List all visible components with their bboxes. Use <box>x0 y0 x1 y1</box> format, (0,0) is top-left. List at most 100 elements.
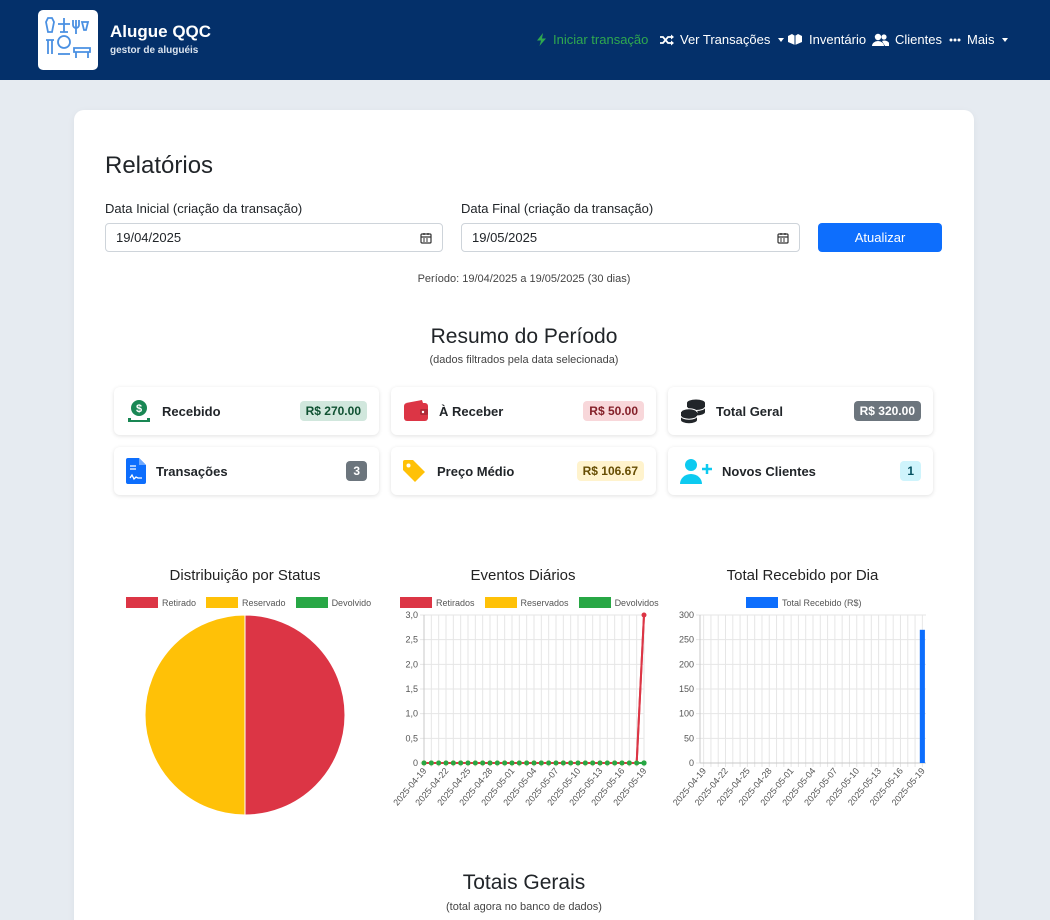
nav-inventory-label: Inventário <box>809 32 867 47</box>
app-logo[interactable] <box>38 10 98 70</box>
data-point <box>626 760 632 766</box>
stat-received: $ Recebido R$ 270.00 <box>114 387 379 435</box>
shuffle-icon <box>660 34 674 45</box>
legend-swatch <box>206 597 239 608</box>
data-point <box>546 760 552 766</box>
y-tick-label: 0 <box>413 758 418 768</box>
stat-total: Total Geral R$ 320.00 <box>668 387 933 435</box>
y-tick-label: 0,5 <box>405 733 418 743</box>
stat-label: À Receber <box>439 403 504 419</box>
y-tick-label: 1,5 <box>405 684 418 694</box>
calendar-icon[interactable] <box>777 232 789 244</box>
data-point <box>480 760 486 766</box>
y-tick-label: 0 <box>689 758 694 768</box>
navbar: Alugue QQC gestor de aluguéis Iniciar tr… <box>0 0 1050 80</box>
pie-chart-title: Distribuição por Status <box>169 567 321 584</box>
stat-avg-price: Preço Médio R$ 106.67 <box>391 447 656 495</box>
tag-icon <box>403 458 425 484</box>
data-point <box>597 760 603 766</box>
line-chart: 00,51,01,52,02,53,02025-04-192025-04-222… <box>391 610 648 808</box>
data-point <box>487 760 493 766</box>
nav-start-transaction[interactable]: Iniciar transação <box>536 32 648 47</box>
data-point <box>458 760 464 766</box>
users-icon <box>872 33 889 46</box>
data-point <box>531 760 537 766</box>
nav-transactions-dropdown[interactable]: Ver Transações <box>660 32 785 47</box>
start-date-input[interactable]: 19/04/2025 <box>105 223 443 252</box>
app-subtitle: gestor de aluguéis <box>110 45 199 56</box>
summary-subtitle: (dados filtrados pela data selecionada) <box>429 354 619 366</box>
pie-slice-retirado <box>244 614 346 816</box>
stat-label: Novos Clientes <box>722 463 816 479</box>
stat-label: Preço Médio <box>437 463 515 479</box>
legend-swatch <box>126 597 158 608</box>
stat-value-badge: R$ 270.00 <box>299 401 367 421</box>
data-point <box>553 760 559 766</box>
stat-value-badge: 1 <box>900 461 921 481</box>
data-point <box>641 760 647 766</box>
bar <box>919 629 925 763</box>
data-point <box>472 760 478 766</box>
wallet-icon <box>403 398 429 424</box>
nav-more-label: Mais <box>967 32 995 47</box>
data-point <box>465 760 471 766</box>
data-point <box>436 760 442 766</box>
data-point <box>604 760 610 766</box>
nav-clients[interactable]: Clientes <box>872 32 942 47</box>
page-title: Relatórios <box>105 152 214 179</box>
data-point <box>582 760 588 766</box>
y-tick-label: 3,0 <box>405 610 418 620</box>
line-chart-title: Eventos Diários <box>470 567 576 584</box>
app-title: Alugue QQC <box>110 22 212 41</box>
stat-receivable: À Receber R$ 50.00 <box>391 387 656 435</box>
end-date-label: Data Final (criação da transação) <box>461 201 654 216</box>
data-point <box>538 760 544 766</box>
stat-label: Transações <box>156 463 228 479</box>
nav-start-label: Iniciar transação <box>553 32 649 47</box>
totals-title: Totais Gerais <box>462 871 586 894</box>
data-point <box>443 760 449 766</box>
nav-inventory[interactable]: Inventário <box>787 32 866 47</box>
pie-chart <box>144 614 346 816</box>
boxes-icon <box>788 34 802 45</box>
data-point <box>524 760 530 766</box>
nav-transactions-label: Ver Transações <box>680 32 771 47</box>
data-point <box>560 760 566 766</box>
data-point <box>568 760 574 766</box>
end-date-input[interactable]: 19/05/2025 <box>461 223 800 252</box>
data-point <box>575 760 581 766</box>
stat-value-badge: R$ 106.67 <box>576 461 644 481</box>
data-point <box>619 760 625 766</box>
y-tick-label: 2,5 <box>405 635 418 645</box>
y-tick-label: 1,0 <box>405 709 418 719</box>
pie-legend: Retirado Reservado Devolvido <box>126 597 371 608</box>
money-hand-icon: $ <box>126 398 152 424</box>
stat-label: Total Geral <box>716 403 783 419</box>
y-tick-label: 250 <box>679 635 694 645</box>
data-point <box>590 760 596 766</box>
data-point <box>509 760 515 766</box>
stat-new-clients: Novos Clientes 1 <box>668 447 933 495</box>
period-text: Período: 19/04/2025 a 19/05/2025 (30 dia… <box>417 273 631 285</box>
y-tick-label: 150 <box>679 684 694 694</box>
coins-icon <box>680 398 706 424</box>
calendar-icon[interactable] <box>420 232 432 244</box>
data-point <box>450 760 456 766</box>
data-point <box>634 760 640 766</box>
svg-text:$: $ <box>136 403 142 415</box>
stat-value-badge: R$ 50.00 <box>583 401 644 421</box>
bolt-icon <box>537 33 546 46</box>
stat-label: Recebido <box>162 403 221 419</box>
data-point <box>641 612 647 618</box>
ellipsis-icon <box>949 38 961 41</box>
stat-transactions: Transações 3 <box>114 447 379 495</box>
summary-title: Resumo do Período <box>430 325 618 348</box>
start-date-value: 19/04/2025 <box>116 230 182 245</box>
nav-more-dropdown[interactable]: Mais <box>949 32 1009 47</box>
y-tick-label: 300 <box>679 610 694 620</box>
y-tick-label: 2,0 <box>405 659 418 669</box>
update-button[interactable]: Atualizar <box>818 223 942 252</box>
totals-subtitle: (total agora no banco de dados) <box>446 901 602 913</box>
rental-items-icon <box>45 17 91 58</box>
y-tick-label: 200 <box>679 659 694 669</box>
